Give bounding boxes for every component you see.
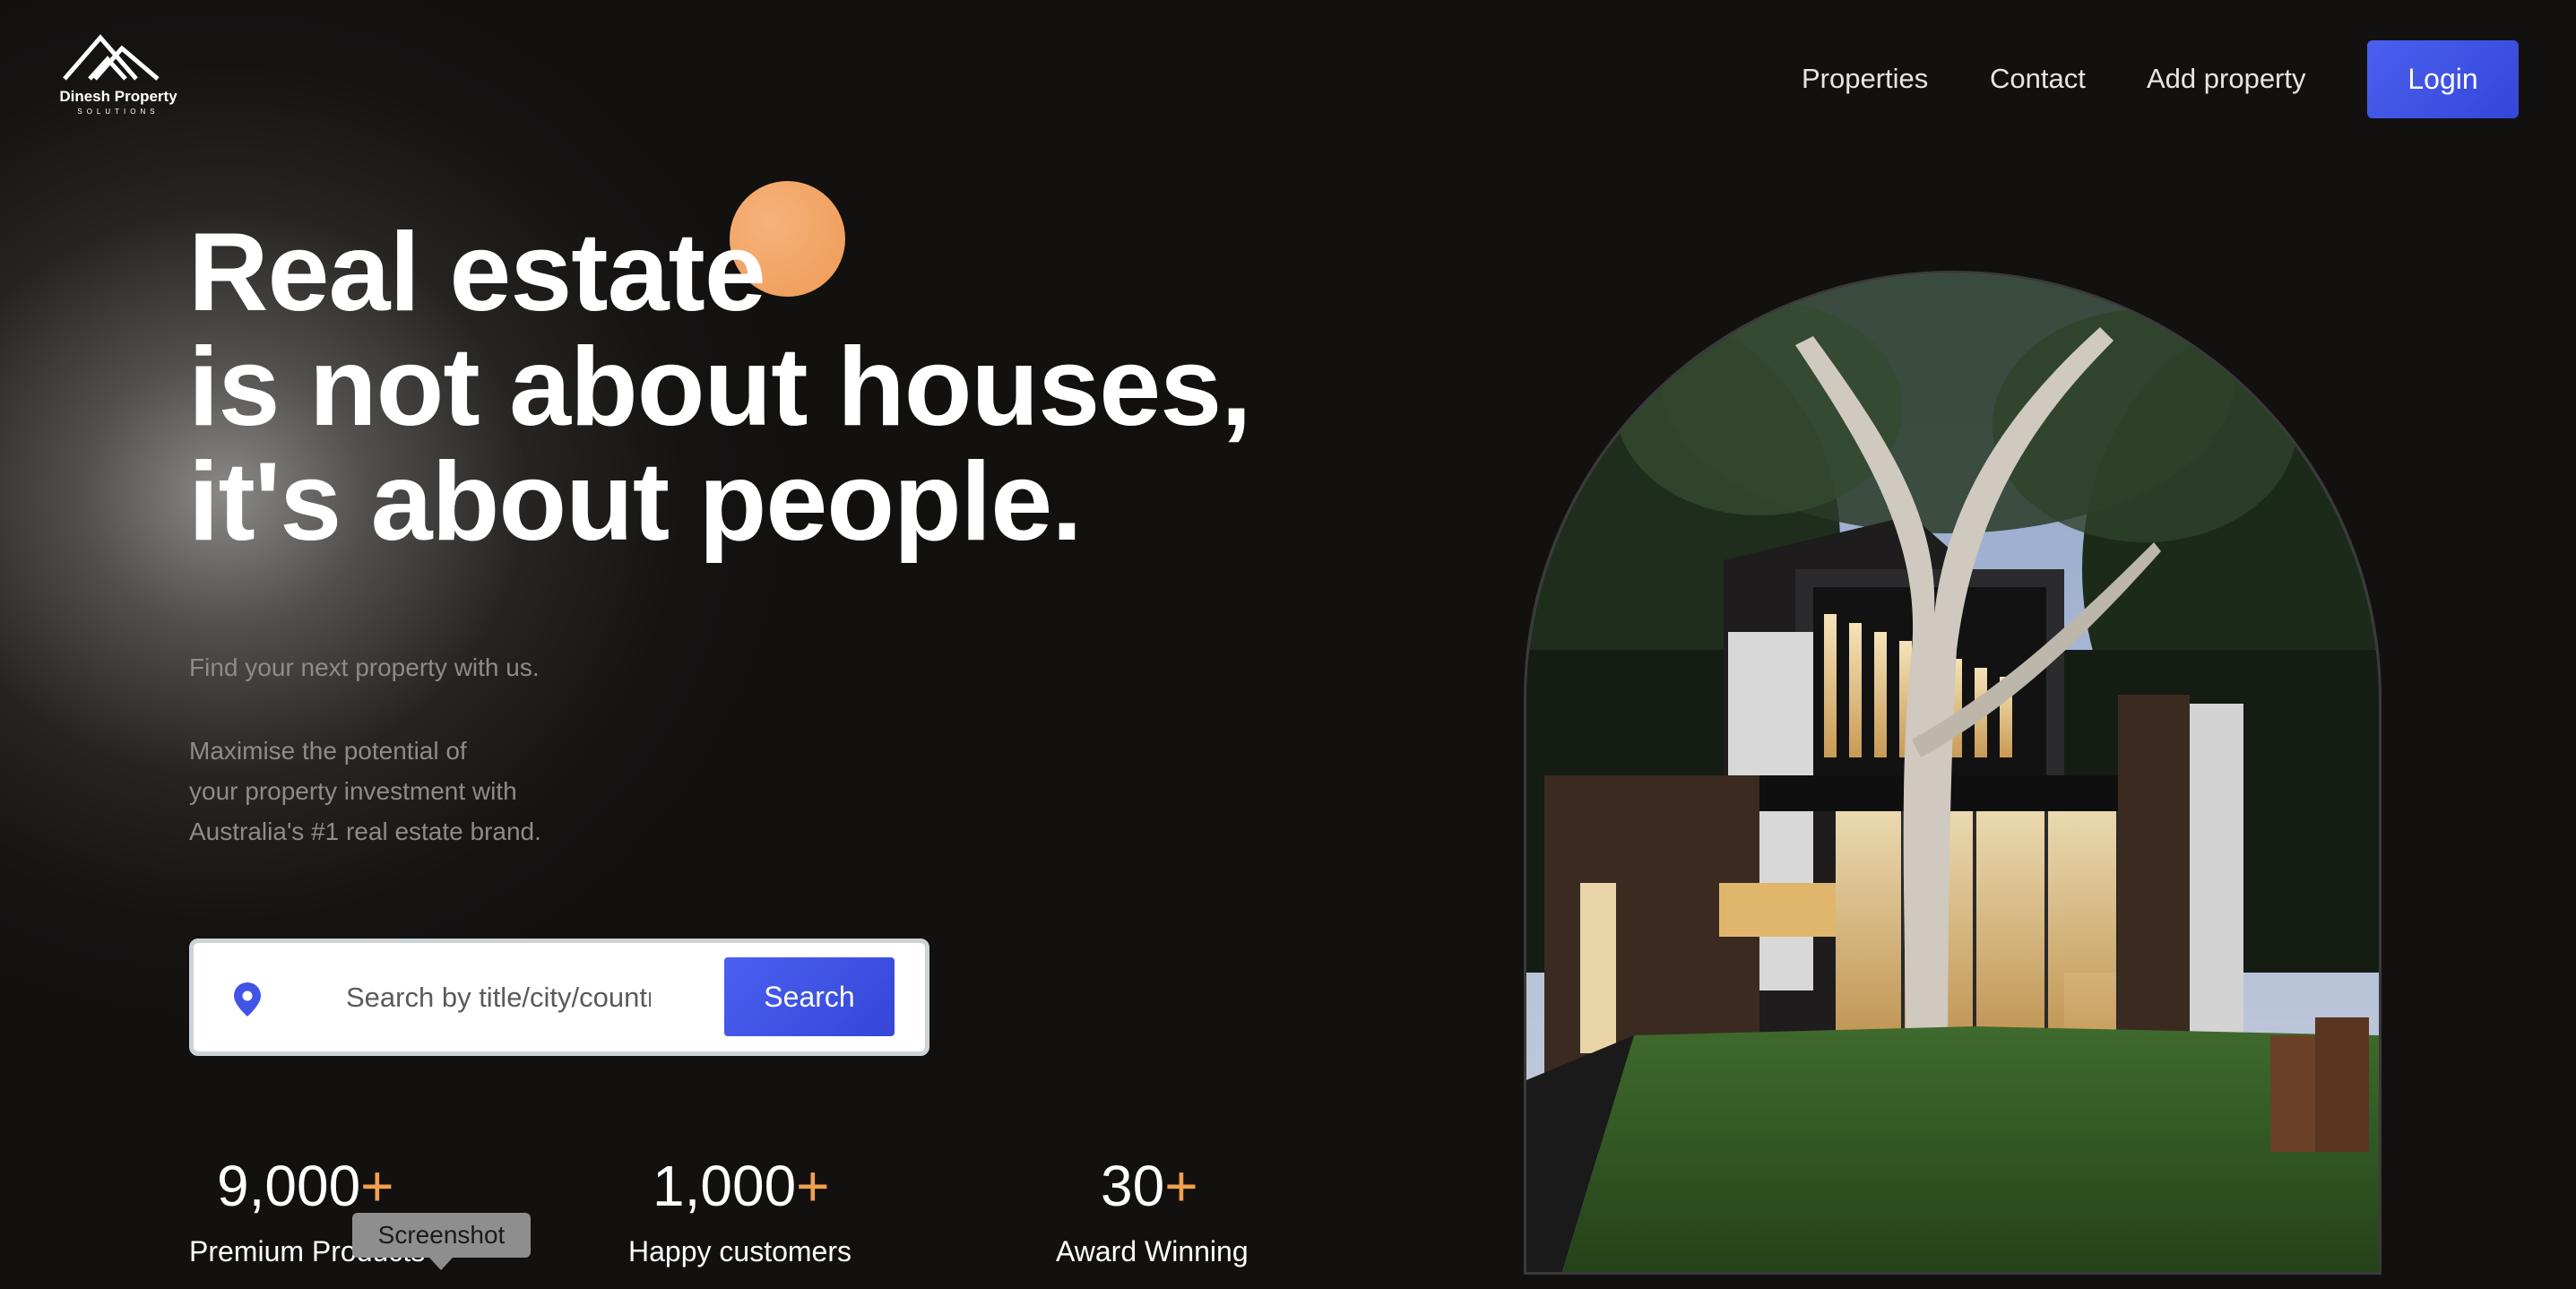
stat-plus: + (796, 1154, 830, 1218)
nav-link-add-property[interactable]: Add property (2147, 63, 2306, 95)
search-input[interactable] (346, 970, 651, 1025)
hero-description-line-3: Australia's #1 real estate brand. (189, 818, 541, 845)
stat-award-winning-number: 30+ (1101, 1150, 1198, 1222)
location-pin-icon (234, 982, 261, 1016)
screenshot-tooltip: Screenshot (352, 1213, 531, 1270)
headline-line-2: is not about houses, (188, 325, 1252, 449)
stat-premium-products-number: 9,000+ (217, 1150, 394, 1222)
stat-plus: + (1164, 1154, 1198, 1218)
nav-link-contact[interactable]: Contact (1990, 63, 2086, 95)
headline-line-3: it's about people. (188, 440, 1083, 564)
hero-headline: Real estate is not about houses, it's ab… (188, 211, 1252, 564)
mountain-logo-icon (63, 34, 160, 81)
hero-house-image (1524, 271, 2382, 1275)
search-bar: Search (189, 939, 929, 1056)
landing-page: Dinesh Property SOLUTIONS Properties Con… (0, 0, 2576, 1289)
headline-line-1: Real estate (188, 211, 766, 334)
nav-link-properties[interactable]: Properties (1802, 63, 1928, 95)
hero-description-line-2: your property investment with (189, 777, 517, 805)
hero-description-line-1: Maximise the potential of (189, 737, 467, 765)
stat-happy-customers-number: 1,000+ (653, 1150, 830, 1222)
hero-subtitle: Find your next property with us. (189, 653, 540, 681)
house-illustration (1526, 273, 2379, 1272)
stat-number: 9,000 (217, 1154, 361, 1218)
stat-number: 30 (1101, 1154, 1165, 1218)
brand-name: Dinesh Property (59, 88, 177, 105)
stat-number: 1,000 (653, 1154, 797, 1218)
search-button[interactable]: Search (724, 957, 895, 1036)
stat-award-winning-label: Award Winning (1056, 1235, 1249, 1267)
brand-tagline: SOLUTIONS (77, 108, 160, 116)
login-button[interactable]: Login (2367, 40, 2519, 118)
brand-logo[interactable]: Dinesh Property SOLUTIONS (56, 32, 181, 118)
stat-happy-customers-label: Happy customers (628, 1235, 851, 1267)
stat-plus: + (360, 1154, 394, 1218)
